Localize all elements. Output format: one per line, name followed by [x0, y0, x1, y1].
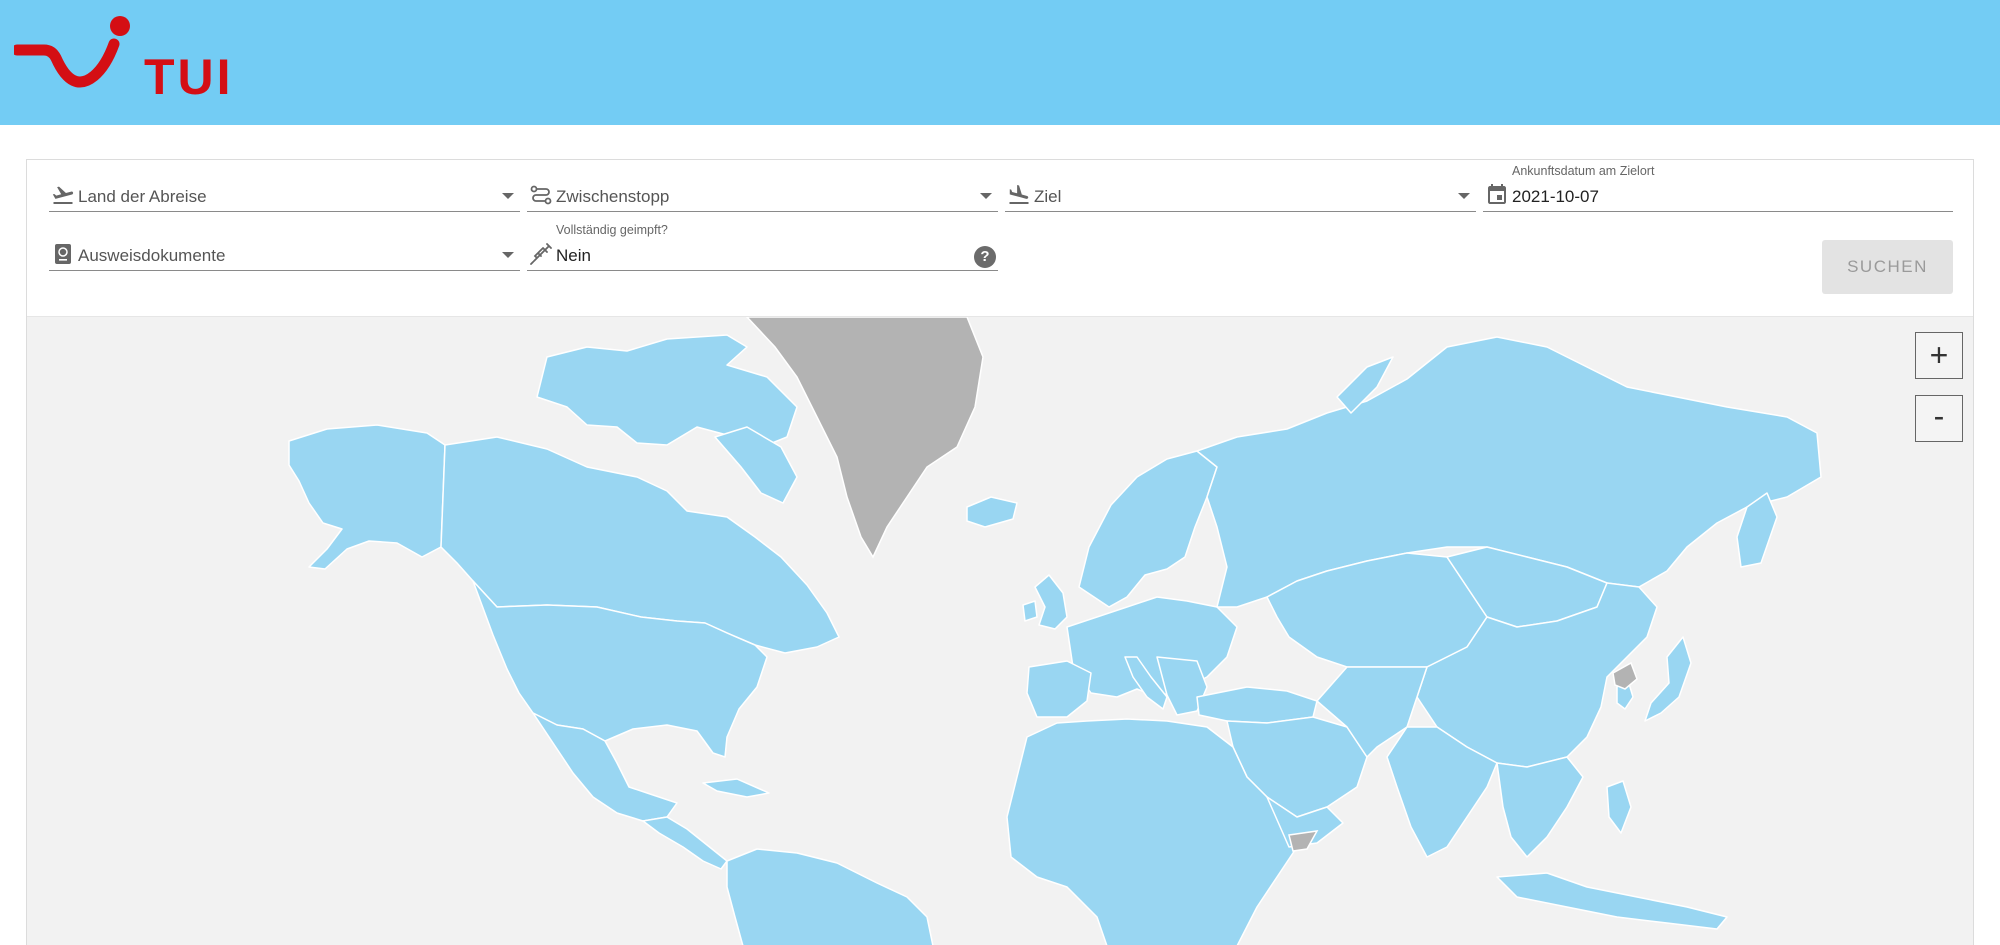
country-indonesia[interactable]	[1496, 872, 1728, 930]
search-card: Land der Abreise Zwischenstopp Ziel Anku…	[26, 159, 1974, 945]
country-central-america[interactable]	[642, 816, 728, 870]
stopover-label: Zwischenstopp	[556, 187, 670, 206]
search-form: Land der Abreise Zwischenstopp Ziel Anku…	[27, 160, 1973, 317]
airplane-takeoff-icon	[52, 186, 74, 204]
documents-label: Ausweisdokumente	[78, 246, 226, 265]
brand-name: TUI	[144, 49, 234, 105]
chevron-down-icon[interactable]	[1458, 193, 1470, 199]
passport-icon	[55, 244, 71, 264]
country-uk[interactable]	[1034, 574, 1068, 630]
departure-country-select[interactable]: Land der Abreise	[49, 164, 520, 212]
zoom-out-button[interactable]: -	[1915, 395, 1963, 442]
syringe-icon	[530, 243, 552, 265]
country-iceland[interactable]	[966, 496, 1018, 528]
search-button[interactable]: SUCHEN	[1822, 240, 1953, 294]
stopover-select[interactable]: Zwischenstopp	[527, 164, 998, 212]
vaccinated-value: Nein	[556, 246, 591, 265]
arrival-date-field[interactable]: Ankunftsdatum am Zielort 2021-10-07	[1483, 164, 1953, 212]
documents-select[interactable]: Ausweisdokumente	[49, 223, 520, 271]
chevron-down-icon[interactable]	[980, 193, 992, 199]
country-alaska[interactable]	[288, 424, 446, 570]
country-ireland[interactable]	[1022, 600, 1038, 622]
country-japan[interactable]	[1644, 636, 1692, 722]
country-philippines[interactable]	[1606, 780, 1632, 834]
route-icon	[530, 185, 552, 205]
header-bar: TUI	[0, 0, 2000, 125]
world-map-svg[interactable]	[27, 317, 1973, 945]
zoom-in-button[interactable]: +	[1915, 332, 1963, 379]
destination-select[interactable]: Ziel	[1005, 164, 1476, 212]
help-icon[interactable]: ?	[974, 246, 996, 268]
destination-label: Ziel	[1034, 187, 1062, 206]
vaccinated-label: Vollständig geimpft?	[556, 223, 668, 237]
airplane-landing-icon	[1009, 185, 1029, 204]
country-southeast-asia[interactable]	[1496, 756, 1584, 858]
arrival-date-label: Ankunftsdatum am Zielort	[1512, 164, 1655, 178]
country-iberia[interactable]	[1026, 660, 1092, 718]
arrival-date-value: 2021-10-07	[1512, 187, 1599, 206]
country-cuba[interactable]	[702, 778, 770, 798]
country-south-america[interactable]	[726, 848, 934, 945]
world-map[interactable]: + -	[27, 317, 1973, 945]
chevron-down-icon[interactable]	[502, 193, 514, 199]
country-arctic-islands[interactable]	[536, 334, 798, 450]
chevron-down-icon[interactable]	[502, 252, 514, 258]
calendar-icon	[1488, 184, 1506, 204]
country-scandinavia[interactable]	[1078, 450, 1218, 608]
departure-label: Land der Abreise	[78, 187, 207, 206]
vaccinated-field[interactable]: Vollständig geimpft? Nein ?	[527, 223, 998, 271]
country-turkey[interactable]	[1196, 686, 1318, 724]
